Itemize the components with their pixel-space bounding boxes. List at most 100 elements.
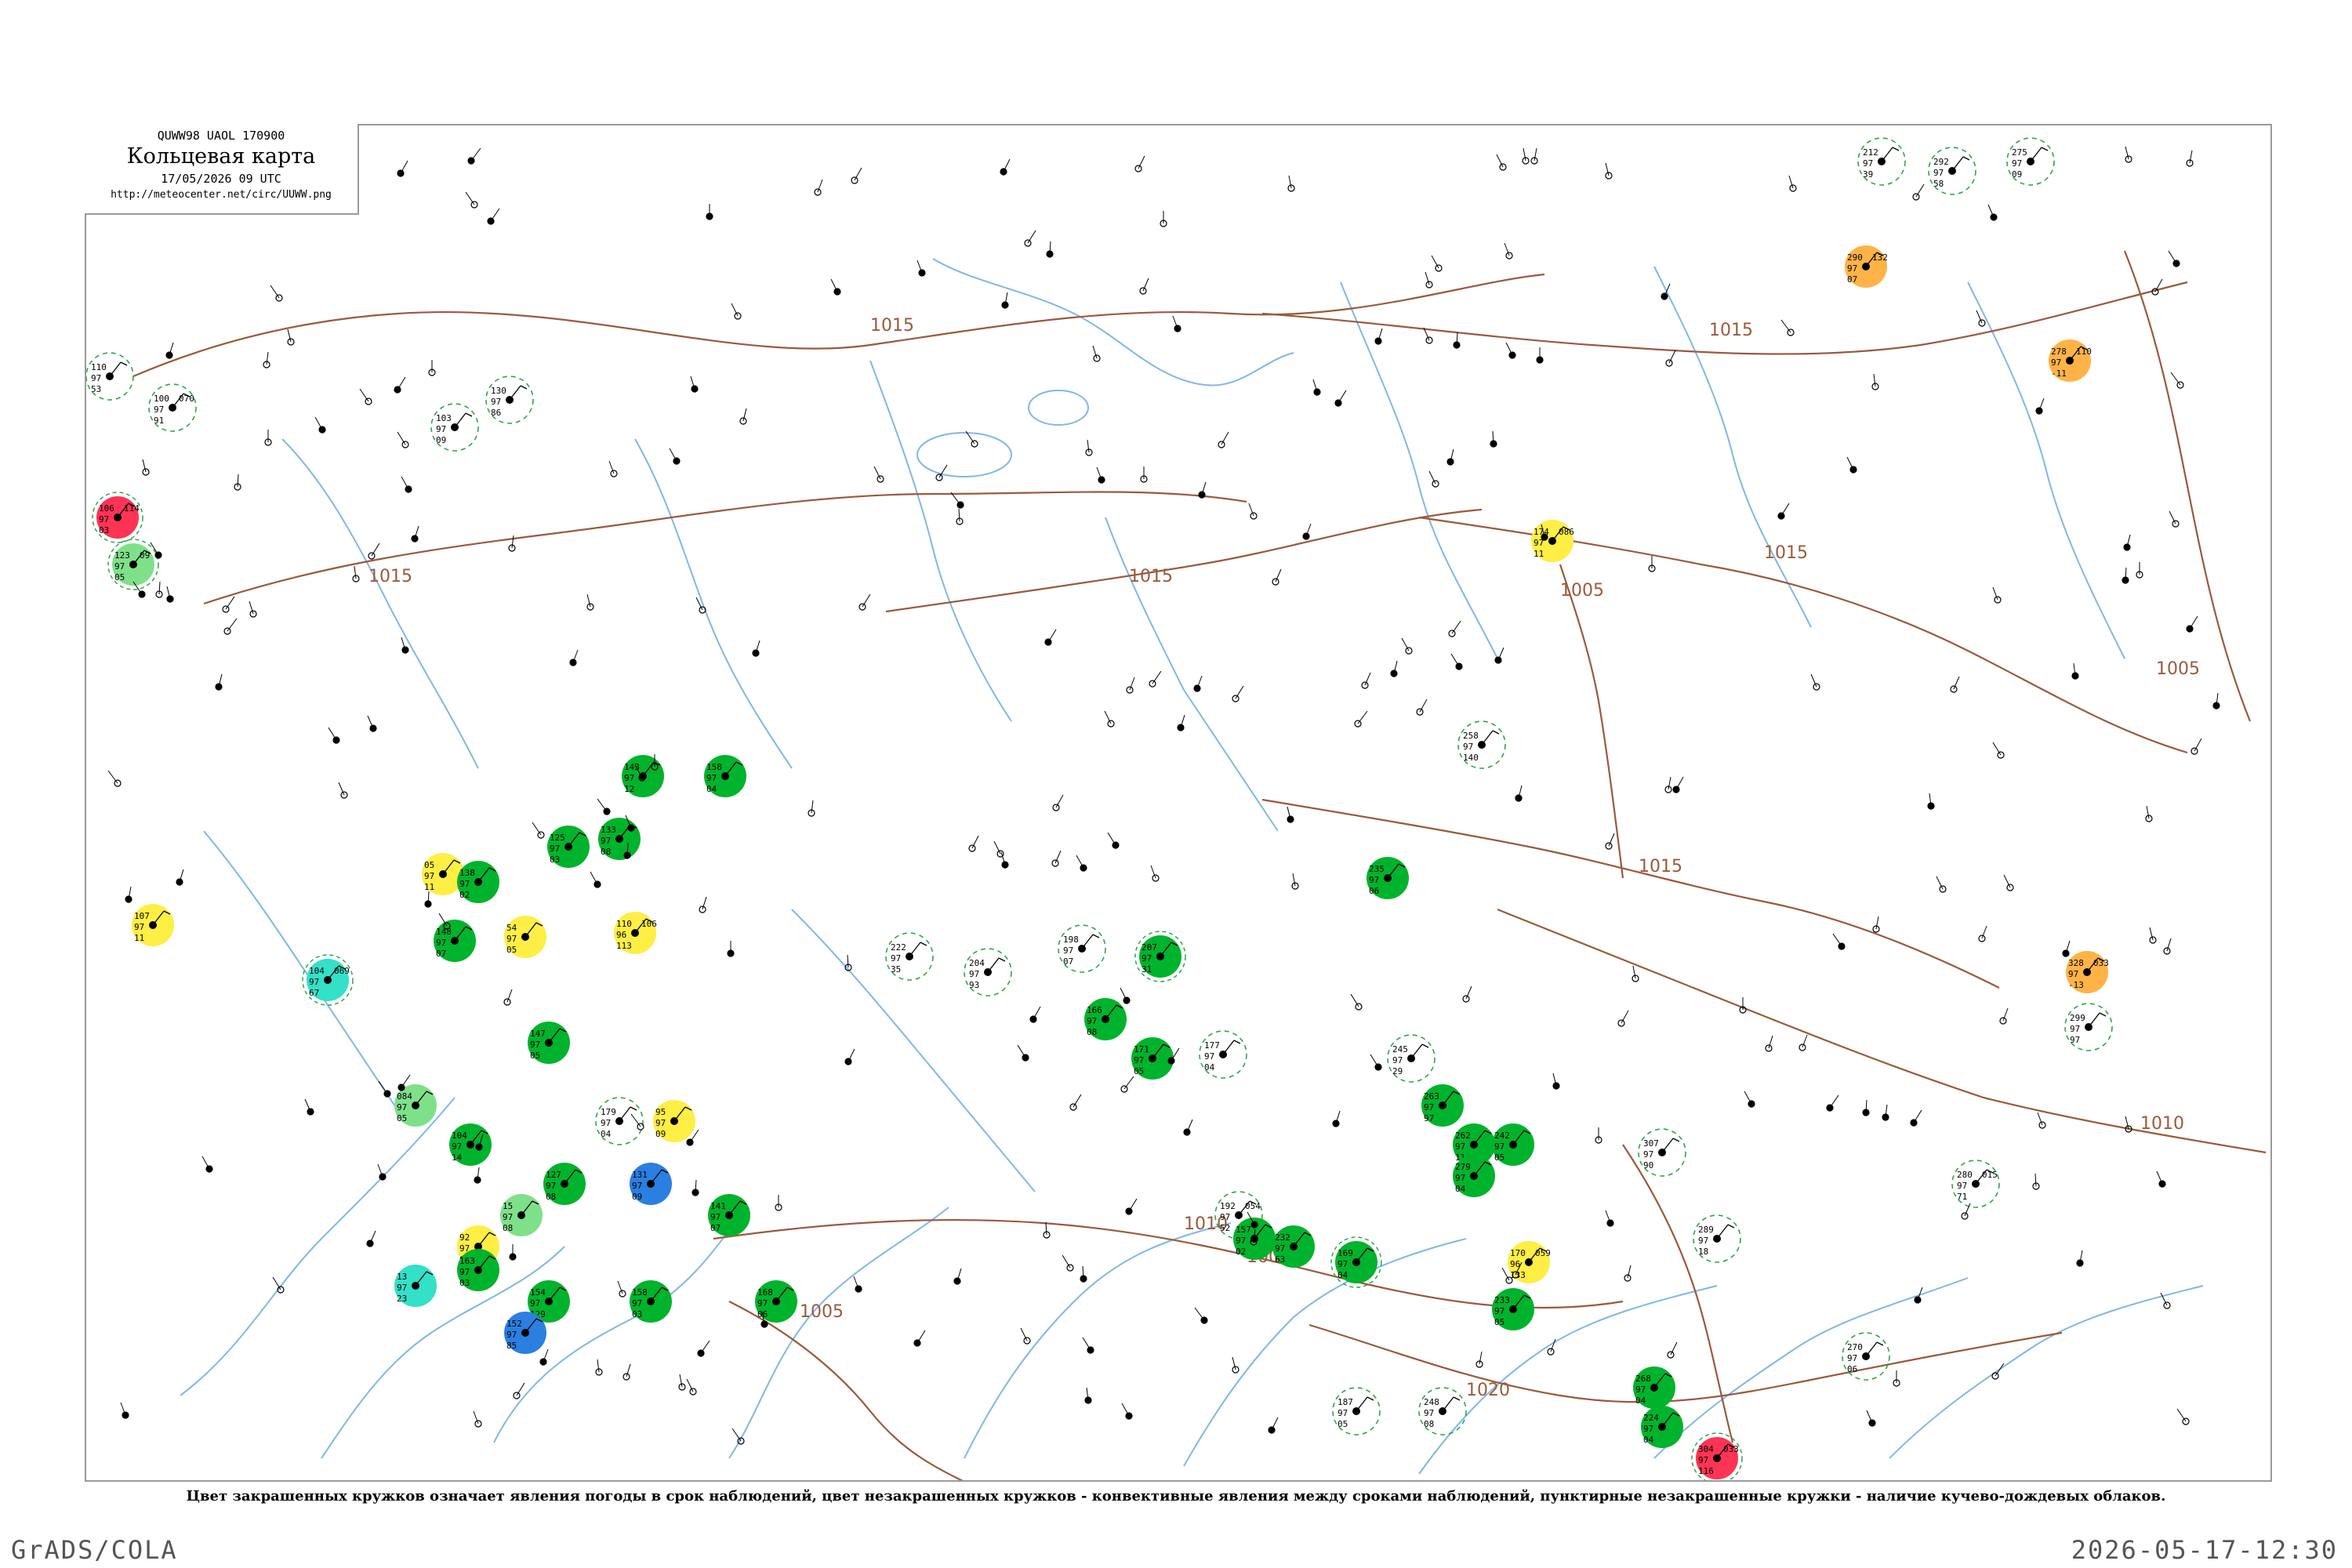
- station-s10: 1589704: [704, 755, 746, 797]
- station-s34: 2229735: [885, 932, 934, 981]
- station-marker: [1052, 794, 1064, 811]
- wind-barb-flag: [2099, 1012, 2107, 1017]
- station-s50: 25897140: [1457, 720, 1506, 769]
- pressure-value: 192: [1220, 1201, 1236, 1211]
- station-marker: [808, 800, 815, 817]
- station-s2: 1009791 070: [148, 383, 197, 432]
- station-marker: [1999, 1007, 2009, 1025]
- wind-barb: [1780, 503, 1790, 517]
- temperature-value: 97: [506, 934, 517, 944]
- station-marker: [1080, 1265, 1087, 1283]
- temperature-value: 97: [397, 1102, 407, 1112]
- station-marker: [215, 673, 223, 691]
- station-s15: 549705: [504, 916, 546, 958]
- station-marker: [1092, 345, 1101, 362]
- station-marker: [222, 596, 235, 613]
- dewpoint-value: 09: [632, 1192, 642, 1202]
- station-s31: 1589703: [630, 1280, 672, 1323]
- temperature-value: 97: [436, 938, 446, 948]
- station-s3: 1069703 114: [92, 492, 143, 543]
- station-marker: [1780, 319, 1795, 336]
- tendency-value: 086: [1559, 527, 1574, 537]
- station-marker: [2190, 738, 2202, 755]
- temperature-value: 97: [530, 1298, 540, 1308]
- station-marker: [1198, 481, 1207, 499]
- station-marker: [1992, 742, 2005, 759]
- isobar-label-13: 1020: [1466, 1381, 1510, 1400]
- wind-barb-flag: [1727, 1224, 1735, 1229]
- station-marker: [2032, 1173, 2040, 1190]
- river-line-6: [1183, 1238, 1467, 1467]
- pressure-value: 130: [491, 386, 506, 396]
- station-marker: [120, 1402, 129, 1419]
- dewpoint-value: 93: [969, 980, 979, 990]
- station-marker: [1927, 793, 1935, 810]
- wind-barb: [1675, 776, 1684, 790]
- station-marker: [1354, 710, 1368, 728]
- dewpoint-value: 06: [1369, 886, 1379, 896]
- station-marker: [1082, 1337, 1094, 1354]
- dewpoint-value: 90: [1643, 1160, 1653, 1171]
- station-s46: 2489708: [1418, 1387, 1467, 1436]
- wind-barb: [509, 385, 521, 401]
- wind-barb: [700, 1340, 710, 1354]
- station-marker: [1416, 699, 1428, 716]
- wind-barb-flag: [465, 412, 473, 417]
- station-marker: [1370, 1054, 1382, 1071]
- wind-barb: [1107, 832, 1116, 846]
- wind-barb-flag: [1367, 1396, 1374, 1401]
- station-marker: [1882, 1104, 1889, 1121]
- pressure-value: 13: [397, 1272, 407, 1282]
- temperature-value: 97: [1369, 875, 1379, 885]
- river-line-17: [203, 830, 401, 1114]
- pressure-value: 104: [309, 966, 325, 976]
- station-s26: 1529785: [504, 1312, 546, 1354]
- wind-barb: [1450, 653, 1460, 667]
- station-marker: [595, 1359, 603, 1376]
- station-marker: [1121, 1403, 1133, 1420]
- wind-barb: [1222, 1040, 1235, 1055]
- pressure-value: 328: [2068, 958, 2084, 968]
- station-marker: [1029, 1006, 1041, 1023]
- wind-barb-flag: [998, 957, 1006, 962]
- temperature-value: 97: [757, 1298, 768, 1308]
- station-marker: [731, 303, 742, 320]
- wind-barb-flag: [1092, 934, 1100, 938]
- footer-software-credit: GrADS/COLA: [11, 1535, 178, 1565]
- wind-barb-flag: [920, 942, 927, 946]
- station-marker: [569, 649, 579, 666]
- wind-barb: [1621, 1010, 1629, 1024]
- station-marker: [1910, 1109, 1922, 1127]
- station-marker: [1401, 637, 1413, 655]
- isobar-label-4: 1015: [1709, 321, 1753, 340]
- wind-barb: [1356, 1396, 1368, 1412]
- wind-barb: [1442, 1396, 1454, 1412]
- station-marker: [690, 376, 699, 393]
- wind-barb: [2170, 372, 2181, 386]
- temperature-value: 97: [1494, 1306, 1504, 1316]
- river-line-13: [1340, 281, 1498, 659]
- wind-barb: [1055, 794, 1064, 808]
- station-marker: [1248, 503, 1258, 520]
- temperature-value: 97: [1494, 1142, 1504, 1152]
- station-marker: [368, 543, 380, 560]
- station-marker: [1893, 1370, 1900, 1387]
- station-marker: [411, 525, 419, 543]
- wind-barb: [272, 1276, 281, 1290]
- station-s44: 2329763: [1272, 1225, 1315, 1268]
- station-marker: [155, 581, 163, 598]
- station-marker: [2136, 562, 2143, 579]
- station-marker: [2212, 692, 2220, 710]
- river-line-8: [1653, 1277, 1969, 1459]
- isobar-label-11: 1005: [2156, 659, 2200, 679]
- pressure-value: 270: [1847, 1342, 1863, 1352]
- wind-barb: [400, 160, 408, 174]
- wind-barb: [1668, 350, 1676, 364]
- wind-barb: [619, 1106, 631, 1122]
- wind-barb: [848, 1048, 855, 1062]
- temperature-value: 97: [655, 1118, 666, 1128]
- pressure-value: 166: [1087, 1005, 1102, 1015]
- station-marker: [328, 727, 340, 744]
- station-marker: [176, 869, 184, 886]
- station-marker: [968, 835, 979, 852]
